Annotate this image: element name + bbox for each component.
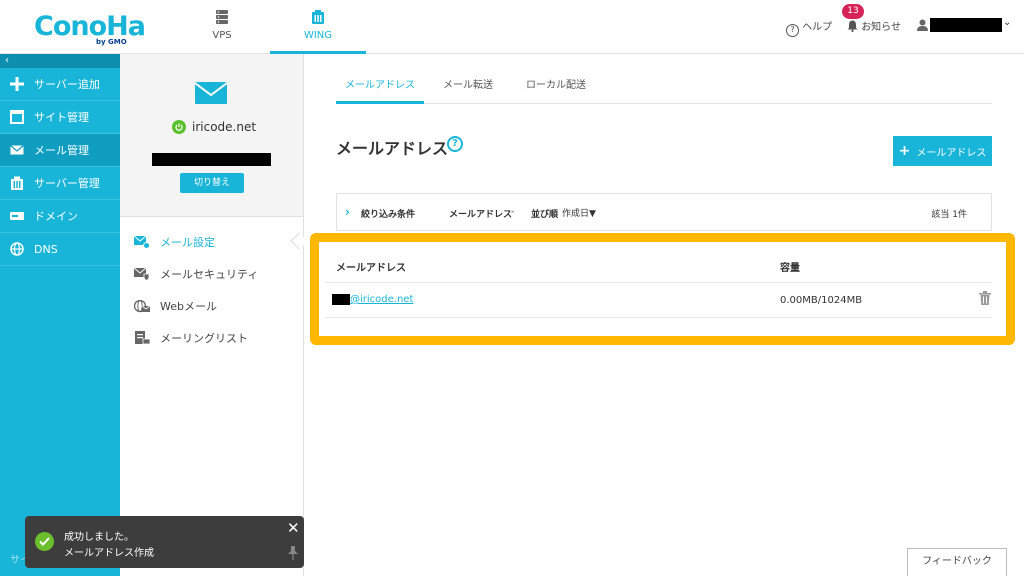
close-icon[interactable]: ✕ [287, 519, 300, 537]
submenu-label: Webメール [160, 300, 217, 313]
trash-icon[interactable] [979, 291, 991, 305]
result-count: 該当 1件 [931, 210, 967, 220]
redacted-info [152, 153, 271, 166]
feedback-button[interactable]: フィードバック [907, 548, 1007, 576]
nav-label: DNS [34, 242, 58, 256]
notice-link[interactable]: お知らせ [847, 18, 901, 33]
nav-item-mail-manage[interactable]: メール管理 [0, 134, 120, 167]
nav-item-domain[interactable]: ドメイン [0, 200, 120, 233]
domain-icon [10, 209, 24, 223]
collapse-nav-button[interactable]: ‹ [0, 54, 120, 68]
help-icon[interactable]: ? [447, 136, 463, 152]
user-menu[interactable]: ⌄ [917, 17, 1012, 33]
webmail-icon [134, 298, 150, 314]
conoha-logo[interactable]: ConoHa by GMO [34, 12, 146, 47]
filter-field-label: メールアドレス [449, 210, 513, 220]
server-manage-icon [10, 176, 24, 190]
nav-item-dns[interactable]: DNS [0, 233, 120, 266]
pin-icon[interactable] [287, 546, 299, 560]
add-mail-address-button[interactable]: + メールアドレス [893, 136, 992, 166]
top-header: ConoHa by GMO VPS WING ? ヘルプ 13 お知らせ ⌄ [0, 0, 1024, 54]
server-icon [216, 10, 228, 24]
service-label-vps: VPS [212, 30, 232, 41]
bell-icon [847, 20, 858, 32]
envelope-icon [195, 82, 227, 104]
switch-domain-button[interactable]: 切り替え [180, 173, 244, 193]
toast-title: 成功しました。 [64, 532, 134, 543]
tab-mail-address[interactable]: メールアドレス [336, 70, 424, 104]
mail-capacity: 0.00MB/1024MB [780, 295, 863, 306]
nav-label: サイト管理 [34, 111, 89, 124]
success-toast: 成功しました。 メールアドレス作成 ✕ [25, 516, 304, 568]
logo-sub: by GMO [96, 38, 127, 46]
tab-local-delivery[interactable]: ローカル配送 [516, 70, 596, 104]
sort-label: 並び順 [531, 210, 559, 220]
left-nav: ‹ サーバー追加 サイト管理 メール管理 サーバー管理 ドメイン DNS [0, 54, 120, 576]
filter-toggle-label[interactable]: 絞り込み条件 [361, 207, 415, 220]
submenu-mail-settings[interactable]: メール設定 [134, 232, 215, 252]
mail-address-domain: @iricode.net [350, 294, 414, 305]
plus-icon: + [898, 143, 911, 159]
mail-security-icon [134, 266, 150, 282]
table-header: メールアドレス 容量 [326, 247, 992, 283]
col-header-address: メールアドレス [336, 263, 406, 274]
table-row: @iricode.net 0.00MB/1024MB [326, 284, 992, 318]
nav-item-add-server[interactable]: サーバー追加 [0, 68, 120, 101]
nav-item-server-manage[interactable]: サーバー管理 [0, 167, 120, 200]
mail-address-link[interactable]: @iricode.net [332, 294, 413, 305]
tab-mail-forward[interactable]: メール転送 [432, 70, 504, 104]
nav-item-site-manage[interactable]: サイト管理 [0, 101, 120, 134]
help-link[interactable]: ? ヘルプ [786, 18, 832, 37]
toast-message: メールアドレス作成 [64, 548, 154, 559]
chevron-down-icon: ⌄ [1003, 17, 1012, 28]
domain-panel-header: iricode.net 切り替え [120, 54, 303, 217]
submenu-webmail[interactable]: Webメール [134, 296, 217, 316]
plus-icon [10, 77, 24, 91]
filter-field-value: - [511, 207, 515, 217]
submenu-label: メールセキュリティ [160, 268, 259, 281]
domain-text: iricode.net [192, 120, 257, 134]
col-header-capacity: 容量 [780, 263, 800, 274]
globe-icon [10, 242, 24, 256]
filter-bar: › 絞り込み条件 メールアドレス - 並び順 作成日▼ 該当 1件 [336, 193, 992, 231]
submenu-label: メーリングリスト [160, 332, 248, 345]
redacted-local-part [332, 294, 350, 305]
add-button-label: メールアドレス [916, 147, 987, 159]
nav-label: ドメイン [34, 210, 78, 223]
page-title: メールアドレス [336, 139, 449, 158]
service-tab-wing[interactable]: WING [270, 0, 366, 54]
mail-settings-icon [134, 234, 150, 250]
user-name-redacted [930, 18, 1002, 32]
mailing-list-icon [134, 330, 150, 346]
check-icon [35, 532, 54, 551]
chevron-right-icon[interactable]: › [345, 205, 350, 219]
sort-select[interactable]: 作成日▼ [562, 206, 596, 219]
mail-icon [10, 143, 24, 157]
submenu-label: メール設定 [160, 236, 215, 249]
help-icon: ? [786, 24, 799, 37]
submenu-mail-security[interactable]: メールセキュリティ [134, 264, 258, 284]
nav-label: サーバー追加 [34, 78, 100, 91]
wing-icon [312, 10, 324, 24]
window-icon [10, 110, 24, 124]
help-label: ヘルプ [802, 22, 833, 33]
notice-label: お知らせ [861, 22, 901, 33]
nav-label: サーバー管理 [34, 177, 100, 190]
service-tab-vps[interactable]: VPS [174, 0, 270, 54]
nav-label: メール管理 [34, 144, 89, 157]
notice-badge: 13 [842, 4, 864, 19]
domain-name: iricode.net [172, 120, 256, 134]
mail-tabs: メールアドレス メール転送 ローカル配送 [336, 70, 992, 104]
submenu-mailing-list[interactable]: メーリングリスト [134, 328, 248, 348]
service-label-wing: WING [303, 30, 333, 41]
power-icon [172, 120, 186, 134]
user-icon [917, 19, 928, 31]
domain-panel: iricode.net 切り替え メール設定 メールセキュリティ Webメール … [120, 54, 304, 576]
